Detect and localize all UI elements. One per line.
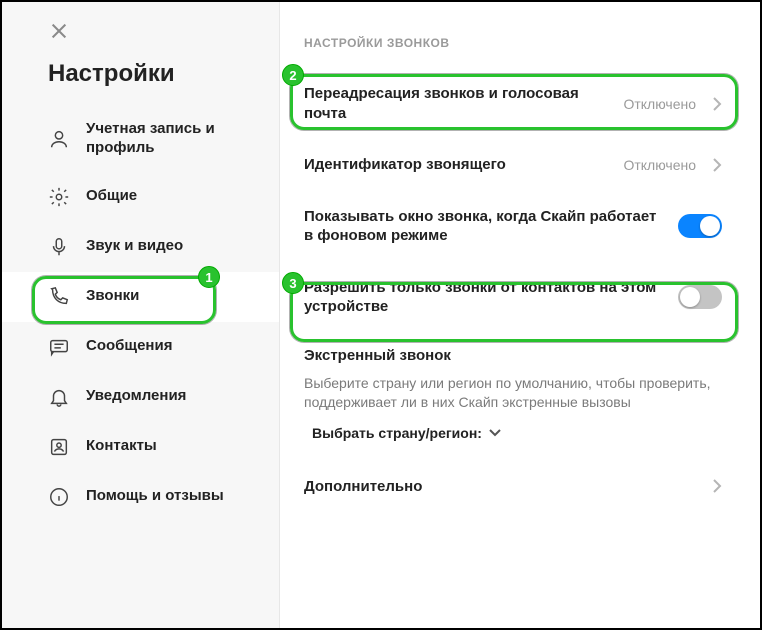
row-label: Дополнительно — [304, 477, 700, 497]
gear-icon — [48, 186, 70, 208]
sidebar-item-audio-video[interactable]: Звук и видео — [2, 222, 279, 272]
sidebar-item-calls[interactable]: Звонки — [2, 272, 279, 322]
sidebar-item-label: Звук и видео — [86, 237, 183, 256]
sidebar-item-account[interactable]: Учетная запись и профиль — [2, 106, 279, 172]
row-show-call-window[interactable]: Показывать окно звонка, когда Скайп рабо… — [294, 191, 732, 262]
sidebar-item-help[interactable]: Помощь и отзывы — [2, 472, 279, 522]
sidebar-item-label: Уведомления — [86, 387, 186, 406]
info-icon — [48, 486, 70, 508]
phone-icon — [48, 286, 70, 308]
contacts-icon — [48, 436, 70, 458]
row-only-contacts[interactable]: Разрешить только звонки от контактов на … — [294, 262, 732, 333]
row-label: Разрешить только звонки от контактов на … — [304, 278, 666, 317]
chevron-right-icon — [712, 157, 722, 173]
message-icon — [48, 336, 70, 358]
region-select-label: Выбрать страну/регион: — [312, 425, 482, 441]
sidebar-item-label: Помощь и отзывы — [86, 487, 224, 506]
sidebar-item-label: Сообщения — [86, 337, 172, 356]
main-panel: НАСТРОЙКИ ЗВОНКОВ Переадресация звонков … — [280, 2, 760, 628]
sidebar-title: Настройки — [48, 60, 279, 88]
row-label: Идентификатор звонящего — [304, 155, 611, 175]
emergency-title: Экстренный звонок — [304, 347, 722, 364]
sidebar-item-contacts[interactable]: Контакты — [2, 422, 279, 472]
toggle-show-call-window[interactable] — [678, 214, 722, 238]
row-label: Переадресация звонков и голосовая почта — [304, 84, 611, 123]
toggle-only-contacts[interactable] — [678, 285, 722, 309]
region-select[interactable]: Выбрать страну/регион: — [312, 425, 502, 441]
chevron-right-icon — [712, 96, 722, 112]
row-status: Отключено — [623, 96, 696, 112]
row-label: Показывать окно звонка, когда Скайп рабо… — [304, 207, 666, 246]
chevron-right-icon — [712, 478, 722, 494]
row-call-forwarding[interactable]: Переадресация звонков и голосовая почта … — [294, 68, 732, 139]
sidebar-item-label: Звонки — [86, 287, 139, 306]
emergency-section: Экстренный звонок Выберите страну или ре… — [294, 333, 732, 443]
sidebar-item-label: Учетная запись и профиль — [86, 120, 256, 158]
sidebar: Настройки Учетная запись и профиль Общие… — [2, 2, 280, 628]
settings-window: Настройки Учетная запись и профиль Общие… — [0, 0, 762, 630]
row-caller-id[interactable]: Идентификатор звонящего Отключено — [294, 139, 732, 191]
section-title: НАСТРОЙКИ ЗВОНКОВ — [304, 36, 732, 50]
row-more[interactable]: Дополнительно — [294, 461, 732, 513]
bell-icon — [48, 386, 70, 408]
sidebar-item-general[interactable]: Общие — [2, 172, 279, 222]
sidebar-item-messaging[interactable]: Сообщения — [2, 322, 279, 372]
microphone-icon — [48, 236, 70, 258]
user-icon — [48, 128, 70, 150]
sidebar-item-label: Общие — [86, 187, 137, 206]
close-icon[interactable] — [50, 22, 68, 40]
emergency-desc: Выберите страну или регион по умолчанию,… — [304, 374, 722, 413]
sidebar-item-notifications[interactable]: Уведомления — [2, 372, 279, 422]
chevron-down-icon — [488, 428, 502, 438]
row-status: Отключено — [623, 157, 696, 173]
sidebar-item-label: Контакты — [86, 437, 157, 456]
